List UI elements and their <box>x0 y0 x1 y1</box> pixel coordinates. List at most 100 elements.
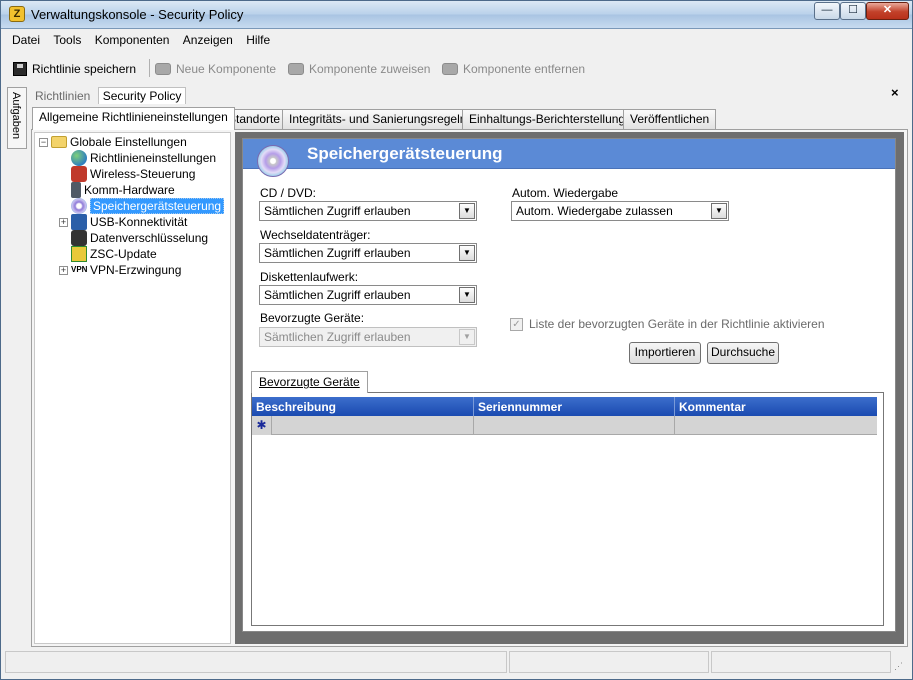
tree-item-comm-hardware[interactable]: Komm-Hardware <box>71 182 175 198</box>
save-policy-label: Richtlinie speichern <box>32 62 137 76</box>
tab-general-settings[interactable]: Allgemeine Richtlinieneinstellungen <box>32 107 235 130</box>
menu-anzeigen[interactable]: Anzeigen <box>178 31 238 49</box>
column-header-comment[interactable]: Kommentar <box>675 397 877 416</box>
component-icon <box>288 63 304 75</box>
cd-dvd-label: CD / DVD: <box>260 186 317 200</box>
new-row[interactable]: ✱ <box>252 416 877 435</box>
tasks-side-tab[interactable]: Aufgaben <box>7 87 27 149</box>
component-icon <box>155 63 171 75</box>
grid-header-row: Beschreibung Seriennummer Kommentar <box>252 397 877 416</box>
close-document-icon[interactable]: × <box>891 85 899 100</box>
expand-icon[interactable]: + <box>59 265 68 275</box>
remove-component-button[interactable]: Komponente entfernen <box>442 59 585 79</box>
assign-component-label: Komponente zuweisen <box>309 62 431 76</box>
autorun-label: Autom. Wiedergabe <box>512 186 619 200</box>
usb-icon <box>71 214 87 230</box>
tab-compliance-reporting[interactable]: Einhaltungs-Berichterstellung <box>462 109 633 129</box>
tree-item-label: Komm-Hardware <box>84 183 175 197</box>
tab-preferred-devices[interactable]: Bevorzugte Geräte <box>251 371 368 393</box>
window-title: Verwaltungskonsole - Security Policy <box>31 7 244 22</box>
title-bar[interactable]: Z Verwaltungskonsole - Security Policy —… <box>1 1 912 29</box>
tab-integrity-rules[interactable]: Integritäts- und Sanierungsregeln <box>282 109 474 129</box>
app-icon: Z <box>9 6 25 22</box>
vpn-icon: VPN <box>71 265 88 274</box>
cd-dvd-select[interactable]: Sämtlichen Zugriff erlauben ▼ <box>259 201 477 221</box>
settings-pane: Speichergerätsteuerung CD / DVD: Sämtlic… <box>235 132 904 644</box>
tasks-side-tab-label: Aufgaben <box>10 92 22 140</box>
lock-icon <box>71 230 87 246</box>
minimize-button[interactable]: — <box>814 2 840 20</box>
removable-media-value: Sämtlichen Zugriff erlauben <box>264 246 411 260</box>
close-window-button[interactable]: ✕ <box>866 2 909 20</box>
tab-security-policy[interactable]: Security Policy <box>97 87 187 104</box>
panel-title: Speichergerätsteuerung <box>307 144 503 163</box>
panel-header: Speichergerätsteuerung <box>243 139 895 177</box>
chevron-down-icon[interactable]: ▼ <box>459 245 475 261</box>
tree-item-vpn-enforcement[interactable]: + VPN VPN-Erzwingung <box>59 262 181 278</box>
tree-item-label: ZSC-Update <box>90 247 157 261</box>
tree-item-data-encryption[interactable]: Datenverschlüsselung <box>71 230 208 246</box>
save-icon <box>13 62 27 76</box>
menu-komponenten[interactable]: Komponenten <box>90 31 175 49</box>
tree-item-policy-settings[interactable]: Richtlinieneinstellungen <box>71 150 216 166</box>
import-button[interactable]: Importieren <box>629 342 701 364</box>
resize-grip-icon[interactable]: ⋰ <box>894 661 903 672</box>
main-window: Z Verwaltungskonsole - Security Policy —… <box>0 0 913 680</box>
enable-preferred-list-checkbox[interactable]: ✓ <box>510 317 523 331</box>
tree-item-label: Speichergerätsteuerung <box>90 198 225 214</box>
preferred-devices-select: Sämtlichen Zugriff erlauben ▼ <box>259 327 477 347</box>
floppy-drive-label: Diskettenlaufwerk: <box>260 270 359 284</box>
preferred-devices-label: Bevorzugte Geräte: <box>260 311 365 325</box>
new-row-marker-icon: ✱ <box>252 416 272 435</box>
tree-item-wireless-control[interactable]: Wireless-Steuerung <box>71 166 195 182</box>
expand-icon[interactable]: + <box>59 217 68 227</box>
toolbar-separator <box>149 59 150 77</box>
browse-button[interactable]: Durchsuche <box>707 342 779 364</box>
disc-icon <box>71 198 87 214</box>
chevron-down-icon: ▼ <box>459 329 475 345</box>
floppy-drive-value: Sämtlichen Zugriff erlauben <box>264 288 411 302</box>
floppy-drive-select[interactable]: Sämtlichen Zugriff erlauben ▼ <box>259 285 477 305</box>
collapse-icon[interactable]: − <box>39 137 48 147</box>
autorun-select[interactable]: Autom. Wiedergabe zulassen ▼ <box>511 201 729 221</box>
hardware-icon <box>71 182 81 198</box>
new-row-comment-cell[interactable] <box>675 416 877 435</box>
tree-item-zsc-update[interactable]: ZSC-Update <box>71 246 157 262</box>
save-policy-button[interactable]: Richtlinie speichern <box>13 59 136 79</box>
menu-bar: Datei Tools Komponenten Anzeigen Hilfe <box>7 31 275 51</box>
component-icon <box>442 63 458 75</box>
new-row-serial-cell[interactable] <box>474 416 675 435</box>
chevron-down-icon[interactable]: ▼ <box>711 203 727 219</box>
storage-control-panel: Speichergerätsteuerung CD / DVD: Sämtlic… <box>242 138 896 632</box>
column-header-description[interactable]: Beschreibung <box>252 397 474 416</box>
new-component-label: Neue Komponente <box>176 62 277 76</box>
toolbar: Richtlinie speichern Neue Komponente Kom… <box>7 55 907 81</box>
chevron-down-icon[interactable]: ▼ <box>459 203 475 219</box>
enable-preferred-list-label: Liste der bevorzugten Geräte in der Rich… <box>529 317 825 331</box>
chevron-down-icon[interactable]: ▼ <box>459 287 475 303</box>
settings-tree: − Globale Einstellungen Richtlinieneinst… <box>34 132 231 644</box>
new-component-button[interactable]: Neue Komponente <box>155 59 276 79</box>
menu-tools[interactable]: Tools <box>48 31 86 49</box>
menu-hilfe[interactable]: Hilfe <box>241 31 275 49</box>
preferred-devices-value: Sämtlichen Zugriff erlauben <box>264 330 411 344</box>
update-icon <box>71 246 87 262</box>
removable-media-select[interactable]: Sämtlichen Zugriff erlauben ▼ <box>259 243 477 263</box>
tab-richtlinien[interactable]: Richtlinien <box>31 88 94 104</box>
enable-preferred-list-checkbox-row[interactable]: ✓ Liste der bevorzugten Geräte in der Ri… <box>510 317 825 331</box>
new-row-description-cell[interactable] <box>272 416 474 435</box>
tree-item-usb-connectivity[interactable]: + USB-Konnektivität <box>59 214 187 230</box>
tree-item-storage-device-control[interactable]: Speichergerätsteuerung <box>71 198 225 214</box>
autorun-value: Autom. Wiedergabe zulassen <box>516 204 673 218</box>
globe-icon <box>71 150 87 166</box>
document-tabs: Richtlinien Security Policy <box>31 87 187 105</box>
status-panel-1 <box>5 651 507 673</box>
menu-datei[interactable]: Datei <box>7 31 45 49</box>
maximize-button[interactable]: ☐ <box>840 2 866 20</box>
tree-root[interactable]: − Globale Einstellungen <box>39 134 187 150</box>
tab-publish[interactable]: Veröffentlichen <box>623 109 717 129</box>
column-header-serial-number[interactable]: Seriennummer <box>474 397 675 416</box>
assign-component-button[interactable]: Komponente zuweisen <box>288 59 430 79</box>
status-panel-2 <box>509 651 709 673</box>
tree-item-label: VPN-Erzwingung <box>90 263 182 277</box>
